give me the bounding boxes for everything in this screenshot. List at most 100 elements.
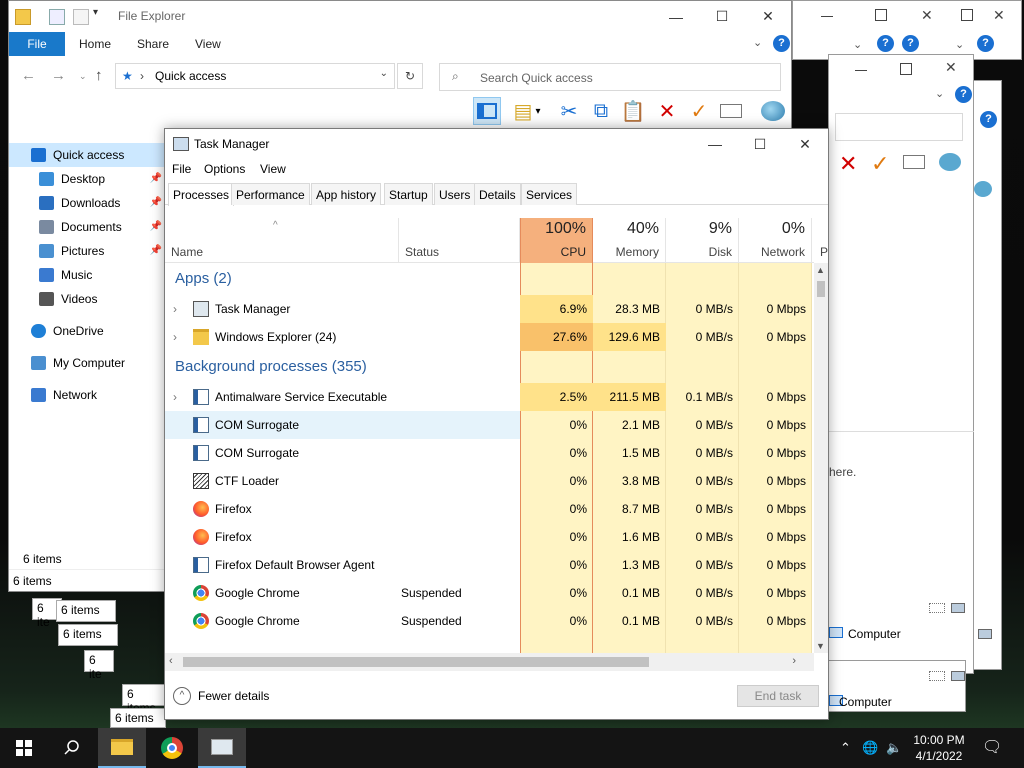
background-window-2[interactable]: ✕ ⌄ ? ✕ ✓ here. Computer (828, 54, 975, 674)
view-large-icon[interactable] (951, 671, 965, 681)
scroll-thumb[interactable] (183, 657, 649, 667)
network-globe-icon[interactable]: 🌐 (862, 728, 878, 768)
table-row[interactable]: COM Surrogate 0% 1.5 MB 0 MB/s 0 Mbps (165, 439, 814, 467)
show-hidden-icons-icon[interactable]: ⌃ (840, 728, 851, 768)
minimize-icon[interactable] (855, 65, 867, 71)
computer-label[interactable]: Computer (839, 695, 892, 709)
task-manager-window[interactable]: Task Manager — ☐ ✕ File Options View Pro… (164, 128, 829, 720)
menu-view[interactable]: View (260, 162, 286, 176)
view-large-icon[interactable] (951, 603, 965, 613)
sidebar-item-quick-access[interactable]: Quick access (9, 143, 164, 167)
close-icon[interactable]: ✕ (945, 59, 957, 76)
help-icon[interactable]: ? (877, 35, 894, 52)
close-icon[interactable]: ✕ (921, 7, 933, 24)
up-icon[interactable]: ↑ (95, 67, 103, 84)
customize-qat-icon[interactable]: ▾ (93, 7, 98, 23)
maximize-icon[interactable] (875, 9, 887, 21)
table-row[interactable]: Google Chrome Suspended 0% 0.1 MB 0 MB/s 0 Mb… (165, 579, 814, 607)
address-bar[interactable]: ★ › Quick access ⌄ (115, 63, 395, 89)
table-row[interactable]: › Task Manager 6.9% 28.3 MB 0 MB/s 0 Mbps (165, 295, 814, 323)
background-window-4[interactable]: Computer (828, 660, 966, 712)
rename-icon[interactable] (717, 97, 745, 125)
maximize-button[interactable]: ☐ (699, 1, 745, 32)
column-disk[interactable]: 9% Disk (666, 218, 739, 263)
taskbar-task-manager[interactable] (198, 728, 246, 768)
maximize-button[interactable]: ☐ (737, 129, 783, 159)
tab-details[interactable]: Details (474, 183, 521, 205)
computer-label[interactable]: Computer (848, 627, 901, 641)
help-icon[interactable]: ? (902, 35, 919, 52)
tab-home[interactable]: Home (79, 32, 111, 56)
scroll-right-icon[interactable]: › (792, 655, 796, 667)
search-button[interactable] (48, 728, 96, 768)
delete-icon[interactable]: ✕ (653, 97, 681, 125)
refresh-button[interactable]: ↻ (397, 63, 423, 89)
vertical-scrollbar[interactable]: ▲ ▼ (814, 263, 828, 653)
help-icon[interactable]: ? (980, 111, 997, 128)
clock[interactable]: 10:00 PM 4/1/2022 (906, 732, 972, 764)
view-large-icon[interactable] (978, 629, 992, 639)
sidebar-item-onedrive[interactable]: OneDrive (9, 319, 164, 343)
notifications-icon[interactable]: 🗨 (982, 728, 1002, 768)
cut-icon[interactable]: ✂ (555, 97, 583, 125)
tab-app-history[interactable]: App history (311, 183, 382, 205)
column-power[interactable]: P (812, 218, 828, 263)
view-details-icon[interactable] (929, 671, 945, 681)
checkmark-icon[interactable]: ✓ (871, 151, 889, 177)
expand-chevron-icon[interactable]: › (173, 295, 177, 323)
minimize-button[interactable]: — (692, 129, 738, 159)
search-box-bg[interactable] (835, 113, 963, 141)
close-button[interactable]: ✕ (745, 1, 791, 32)
sidebar-item-documents[interactable]: Documents 📌 (9, 215, 164, 239)
rename-icon[interactable] (903, 155, 925, 169)
volume-icon[interactable]: 🔈 (886, 728, 902, 768)
ribbon-expand-icon[interactable]: ⌄ (753, 36, 762, 49)
collapse-up-icon[interactable]: ^ (173, 687, 191, 705)
start-button[interactable] (0, 728, 48, 768)
sidebar-item-my-computer[interactable]: My Computer (9, 351, 164, 375)
tab-view[interactable]: View (195, 32, 221, 56)
menu-options[interactable]: Options (204, 162, 245, 176)
close-button[interactable]: ✕ (782, 129, 828, 159)
dropdown-icon[interactable]: ▾ (531, 97, 545, 125)
table-row[interactable]: COM Surrogate 0% 2.1 MB 0 MB/s 0 Mbps (165, 411, 814, 439)
sidebar-item-music[interactable]: Music (9, 263, 164, 287)
table-row[interactable]: CTF Loader 0% 3.8 MB 0 MB/s 0 Mbps (165, 467, 814, 495)
checkmark-icon[interactable]: ✓ (685, 97, 713, 125)
tab-file[interactable]: File (9, 32, 65, 56)
column-memory[interactable]: 40% Memory (593, 218, 666, 263)
table-row[interactable]: Firefox 0% 1.6 MB 0 MB/s 0 Mbps (165, 523, 814, 551)
fewer-details-link[interactable]: Fewer details (198, 689, 269, 703)
column-network[interactable]: 0% Network (739, 218, 812, 263)
copy-icon[interactable]: ⧉ (587, 97, 615, 125)
maximize-icon[interactable] (900, 63, 912, 75)
chevron-down-icon[interactable]: ⌄ (853, 38, 862, 51)
title-bar[interactable]: Task Manager — ☐ ✕ (165, 129, 828, 159)
help-icon[interactable]: ? (955, 86, 972, 103)
expand-chevron-icon[interactable]: › (173, 323, 177, 351)
chevron-down-icon[interactable]: ⌄ (935, 87, 944, 100)
shell-icon[interactable] (939, 153, 961, 171)
end-task-button[interactable]: End task (737, 685, 819, 707)
table-row[interactable]: › Antimalware Service Executable 2.5% 211.5… (165, 383, 814, 411)
preview-pane-icon[interactable] (473, 97, 501, 125)
sidebar-item-downloads[interactable]: Downloads 📌 (9, 191, 164, 215)
scroll-thumb[interactable] (817, 281, 825, 297)
properties-icon[interactable] (49, 9, 65, 25)
minimize-button[interactable]: — (653, 1, 699, 32)
tab-share[interactable]: Share (137, 32, 169, 56)
breadcrumb-separator-icon[interactable]: › (140, 69, 144, 83)
sidebar-item-videos[interactable]: Videos (9, 287, 164, 311)
new-folder-icon[interactable] (73, 9, 89, 25)
tab-users[interactable]: Users (434, 183, 476, 205)
table-row[interactable]: Firefox Default Browser Agent 0% 1.3 MB 0 M… (165, 551, 814, 579)
column-name[interactable]: ^ Name (165, 218, 399, 263)
sidebar-item-pictures[interactable]: Pictures 📌 (9, 239, 164, 263)
scroll-up-icon[interactable]: ▲ (816, 265, 825, 275)
sidebar-item-network[interactable]: Network (9, 383, 164, 407)
view-details-icon[interactable] (929, 603, 945, 613)
tab-services[interactable]: Services (521, 183, 578, 205)
back-icon[interactable]: ← (21, 67, 36, 84)
scroll-left-icon[interactable]: ‹ (169, 655, 173, 667)
table-row[interactable]: Firefox 0% 8.7 MB 0 MB/s 0 Mbps (165, 495, 814, 523)
